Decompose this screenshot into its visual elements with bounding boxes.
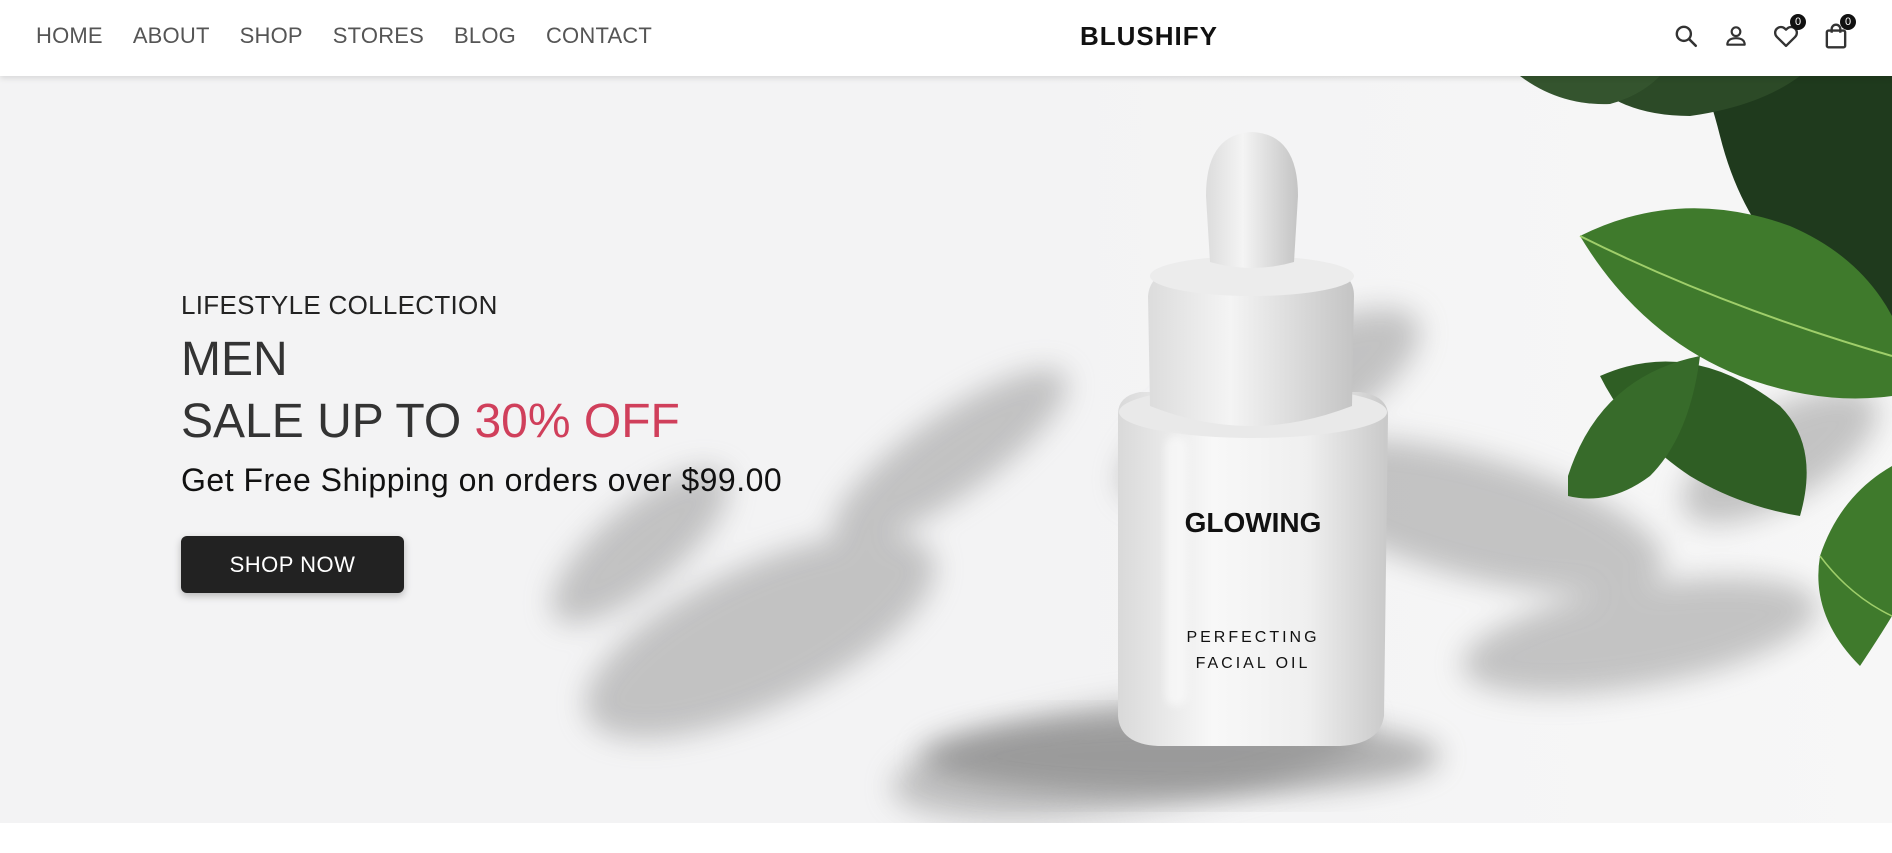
brand-logo[interactable]: BLUSHIFY <box>1080 21 1218 52</box>
nav-contact[interactable]: CONTACT <box>546 23 652 49</box>
hero-sale-line: SALE UP TO 30% OFF <box>181 394 680 449</box>
hero-product-image: GLOWING PERFECTING FACIAL OIL <box>0 76 1892 823</box>
hero-shipping-text: Get Free Shipping on orders over $99.00 <box>181 462 783 498</box>
site-header: HOME ABOUT SHOP STORES BLOG CONTACT BLUS… <box>0 0 1892 76</box>
nav-shop[interactable]: SHOP <box>240 23 303 49</box>
nav-about[interactable]: ABOUT <box>133 23 210 49</box>
account-button[interactable] <box>1718 18 1754 54</box>
hero-kicker: LIFESTYLE COLLECTION <box>181 290 498 320</box>
nav-home[interactable]: HOME <box>36 23 103 49</box>
hero-title: MEN <box>181 333 288 386</box>
shop-now-button[interactable]: SHOP NOW <box>181 536 404 593</box>
header-actions: 0 0 <box>1668 14 1868 54</box>
product-name: GLOWING <box>1185 507 1322 538</box>
search-icon <box>1675 25 1698 48</box>
main-nav: HOME ABOUT SHOP STORES BLOG CONTACT <box>36 0 682 72</box>
sale-highlight: 30% OFF <box>474 395 680 448</box>
product-line-2: FACIAL OIL <box>1196 655 1311 672</box>
hero-banner: GLOWING PERFECTING FACIAL OIL LIFESTYLE … <box>0 76 1892 823</box>
product-line-1: PERFECTING <box>1186 629 1319 646</box>
wishlist-count-badge: 0 <box>1790 14 1806 30</box>
search-button[interactable] <box>1668 18 1704 54</box>
cart-count-badge: 0 <box>1840 14 1856 30</box>
wishlist-button[interactable]: 0 <box>1768 14 1806 54</box>
cart-button[interactable]: 0 <box>1818 14 1856 54</box>
sale-prefix: SALE UP TO <box>181 395 475 448</box>
nav-stores[interactable]: STORES <box>333 23 424 49</box>
user-icon <box>1726 26 1746 46</box>
nav-blog[interactable]: BLOG <box>454 23 516 49</box>
